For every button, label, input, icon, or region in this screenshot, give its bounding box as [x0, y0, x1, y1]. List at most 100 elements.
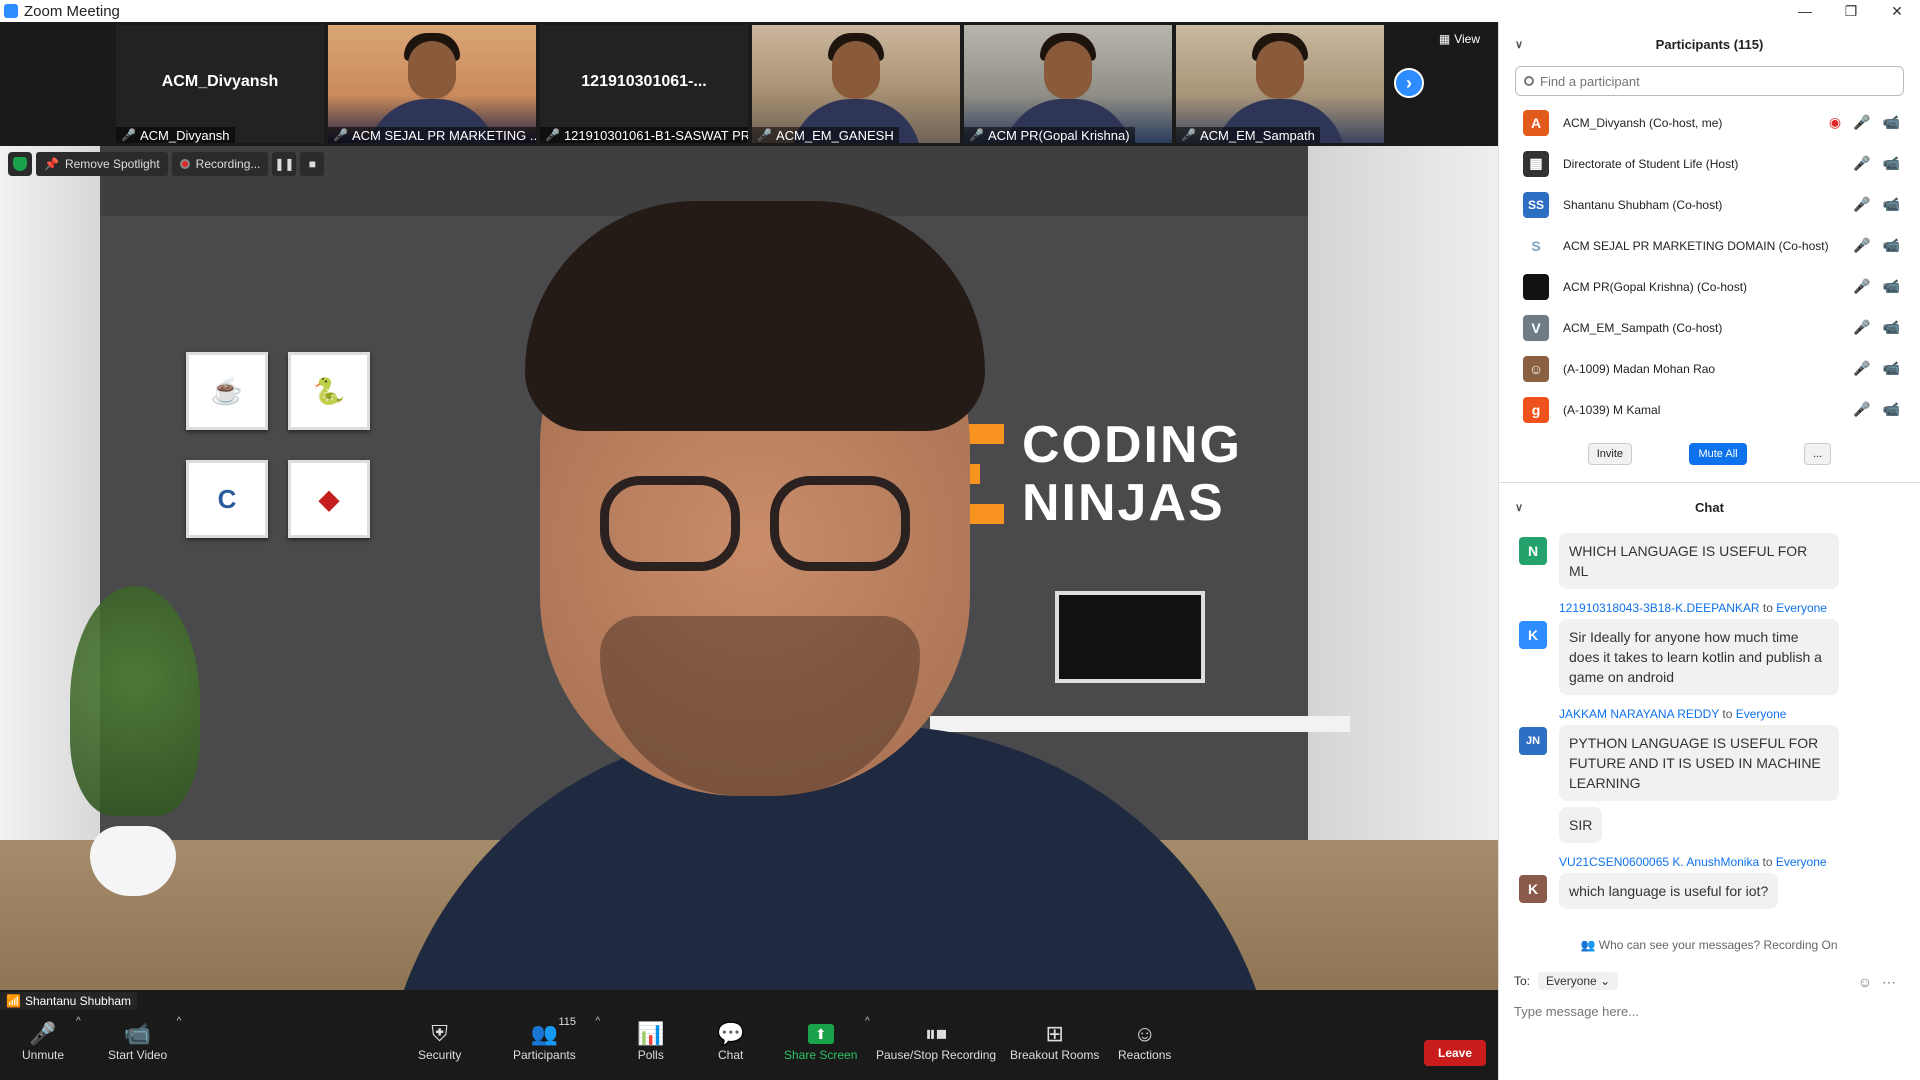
thumbnail-tile[interactable]: 🎤 ACM PR(Gopal Krishna) [964, 25, 1172, 143]
sender-name[interactable]: 121910318043-3B18-K.DEEPANKAR [1559, 601, 1760, 615]
participant-row[interactable]: g (A-1039) M Kamal 🎤 📹 [1499, 389, 1920, 430]
chat-header: ∨ Chat [1499, 487, 1920, 527]
share-screen-button[interactable]: ⬆ ^ Share Screen [784, 1016, 870, 1062]
chevron-up-icon[interactable]: ^ [177, 1016, 182, 1027]
sender-name[interactable]: VU21CSEN0600065 K. AnushMonika [1559, 855, 1759, 869]
people-icon: 👥 [1580, 938, 1596, 952]
leave-button[interactable]: Leave [1424, 1040, 1486, 1066]
participants-header: ∨ Participants (115) [1499, 22, 1920, 66]
unmute-label: Unmute [22, 1048, 65, 1062]
chevron-up-icon[interactable]: ^ [76, 1016, 81, 1027]
chat-button[interactable]: 💬 Chat [717, 1020, 744, 1062]
participant-actions: Invite Mute All ... [1499, 430, 1920, 478]
thumbnail-tile[interactable]: 🎤 ACM SEJAL PR MARKETING ... [328, 25, 536, 143]
participant-thumbnail-strip: ACM_Divyansh 🎤 ACM_Divyansh 🎤 ACM SEJAL PR… [0, 22, 1498, 144]
unmute-button[interactable]: 🎤 ^ Unmute [22, 1016, 81, 1062]
participant-name: Shantanu Shubham (Co-host) [1563, 197, 1723, 212]
participant-row[interactable]: ▦ Directorate of Student Life (Host) 🎤 📹 [1499, 143, 1920, 184]
sender-name[interactable]: JAKKAM NARAYANA REDDY [1559, 707, 1719, 721]
maximize-button[interactable]: ❐ [1828, 0, 1874, 22]
video-off-icon[interactable]: 📹 [1883, 360, 1900, 377]
participant-row[interactable]: ☺ (A-1009) Madan Mohan Rao 🎤 📹 [1499, 348, 1920, 389]
video-off-icon: 📹 ^ [123, 1016, 182, 1046]
mic-muted-icon[interactable]: 🎤 [1853, 114, 1870, 131]
chat-message-input[interactable] [1514, 1000, 1904, 1022]
chevron-up-icon[interactable]: ^ [865, 1016, 870, 1027]
participant-search[interactable] [1515, 66, 1904, 96]
remove-spotlight-label: Remove Spotlight [64, 157, 160, 171]
signal-bars-icon: 📶 [6, 994, 21, 1008]
breakout-rooms-button[interactable]: ⊞ Breakout Rooms [1010, 1020, 1099, 1062]
avatar: K [1519, 875, 1547, 903]
video-icon[interactable]: 📹 [1883, 319, 1900, 336]
grid-icon: ⊞ [1045, 1021, 1064, 1046]
chevron-up-icon[interactable]: ^ [595, 1016, 600, 1027]
view-button[interactable]: ▦ View [1439, 32, 1480, 46]
mute-all-button[interactable]: Mute All [1689, 443, 1747, 465]
thumbnail-label: ACM_EM_Sampath [1199, 127, 1315, 143]
breakout-rooms-label: Breakout Rooms [1010, 1048, 1100, 1062]
video-icon[interactable]: 📹 [1883, 196, 1900, 213]
emoji-icon[interactable]: ☺ [1858, 974, 1872, 991]
participant-row[interactable]: A ACM_Divyansh (Co-host, me) ◉ 🎤 📹 [1499, 102, 1920, 143]
participant-name: (A-1039) M Kamal [1563, 402, 1661, 417]
recipient-value: Everyone [1546, 974, 1597, 988]
start-video-label: Start Video [108, 1048, 168, 1062]
polls-button[interactable]: 📊 Polls [637, 1020, 664, 1062]
search-input[interactable] [1540, 73, 1840, 89]
thumbnail-tile[interactable]: 🎤 ACM_EM_Sampath [1176, 25, 1384, 143]
video-off-icon[interactable]: 📹 [1883, 401, 1900, 418]
participant-row[interactable]: ACM PR(Gopal Krishna) (Co-host) 🎤 📹 [1499, 266, 1920, 307]
thumbnail-label: ACM_Divyansh [139, 127, 230, 143]
avatar: JN [1519, 727, 1547, 755]
chat-bubble: which language is useful for iot? [1559, 873, 1779, 909]
mic-muted-icon: 🎤 [1181, 128, 1196, 142]
avatar: S [1523, 232, 1549, 259]
video-off-icon[interactable]: 📹 [1883, 114, 1900, 131]
encryption-shield-icon[interactable] [8, 152, 32, 176]
participant-row[interactable]: SS Shantanu Shubham (Co-host) 🎤 📹 [1499, 184, 1920, 225]
participants-button[interactable]: 👥 115 ^ Participants [513, 1016, 600, 1062]
recipient-name: Everyone [1735, 707, 1787, 721]
pause-recording-icon[interactable]: ❚❚ [272, 152, 297, 176]
avatar [1523, 273, 1549, 300]
start-video-button[interactable]: 📹 ^ Start Video [108, 1016, 182, 1062]
mic-muted-icon[interactable]: 🎤 [1853, 319, 1870, 336]
participant-row[interactable]: V ACM_EM_Sampath (Co-host) 🎤 📹 [1499, 307, 1920, 348]
remove-spotlight-button[interactable]: 📌 Remove Spotlight [36, 152, 168, 176]
minimize-button[interactable]: — [1782, 0, 1828, 22]
thumbnail-tile[interactable]: 121910301061-... 🎤 121910301061-B1-SASWAT… [540, 25, 748, 143]
mic-muted-icon[interactable]: 🎤 [1853, 237, 1870, 254]
security-button[interactable]: ⛨ Security [418, 1020, 461, 1062]
more-options-icon[interactable]: ⋯ [1882, 974, 1896, 991]
reactions-button[interactable]: ☺ Reactions [1118, 1020, 1171, 1062]
participant-row[interactable]: S ACM SEJAL PR MARKETING DOMAIN (Co-host… [1499, 225, 1920, 266]
monitor [1055, 591, 1205, 683]
chat-visibility-note[interactable]: 👥 Who can see your messages? Recording O… [1498, 938, 1920, 952]
speaker-glasses [600, 476, 920, 576]
more-options-button[interactable]: ... [1804, 443, 1832, 465]
mic-icon[interactable]: 🎤 [1853, 196, 1870, 213]
avatar: V [1523, 314, 1549, 341]
stop-recording-icon[interactable]: ■ [300, 152, 325, 176]
close-button[interactable]: ✕ [1874, 0, 1920, 22]
recipient-dropdown[interactable]: Everyone ⌄ [1538, 972, 1619, 990]
invite-button[interactable]: Invite [1587, 443, 1633, 465]
mic-muted-icon[interactable]: 🎤 [1853, 401, 1870, 418]
chevron-down-icon[interactable]: ∨ [1515, 38, 1523, 51]
mic-muted-icon[interactable]: 🎤 [1853, 278, 1870, 295]
speaker-hair [525, 201, 985, 431]
to-label: To: [1514, 974, 1531, 988]
next-page-arrow-icon[interactable]: › [1394, 68, 1424, 98]
video-off-icon[interactable]: 📹 [1883, 155, 1900, 172]
chevron-down-icon[interactable]: ∨ [1515, 501, 1523, 514]
pause-stop-recording-button[interactable]: ⏸⏹ Pause/Stop Recording [876, 1020, 996, 1062]
video-icon[interactable]: 📹 [1883, 278, 1900, 295]
mic-muted-icon[interactable]: 🎤 [1853, 155, 1870, 172]
thumbnail-tile[interactable]: 🎤 ACM_EM_GANESH [752, 25, 960, 143]
avatar: N [1519, 537, 1547, 565]
mic-muted-icon[interactable]: 🎤 [1853, 360, 1870, 377]
video-icon[interactable]: 📹 [1883, 237, 1900, 254]
thumbnail-tile[interactable]: ACM_Divyansh 🎤 ACM_Divyansh [116, 25, 324, 143]
to-word: to [1762, 855, 1773, 869]
